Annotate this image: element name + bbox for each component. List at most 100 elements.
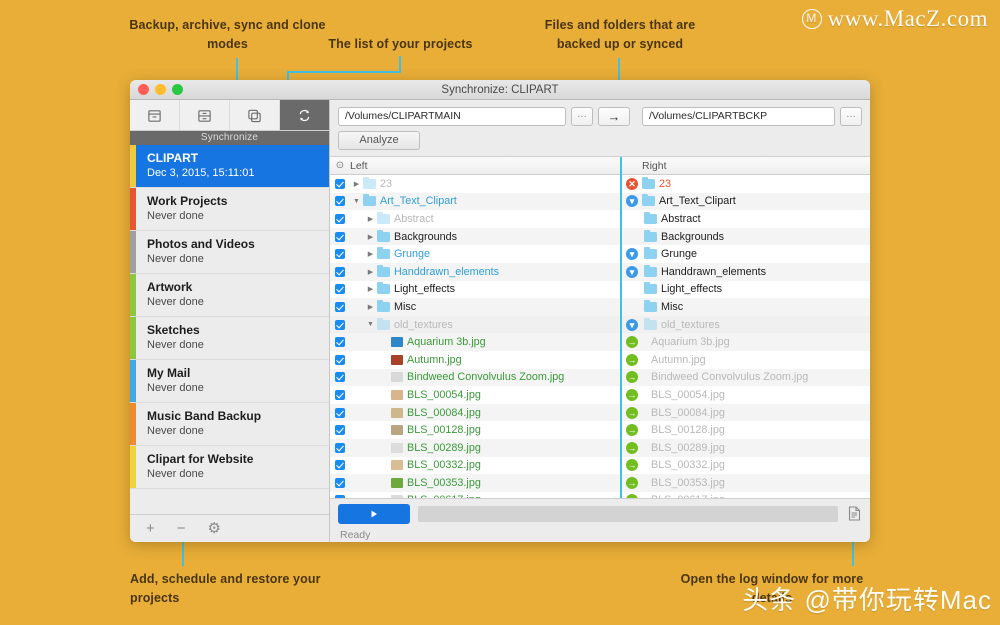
table-row[interactable]: ▶ Abstract (330, 210, 620, 228)
right-path-input[interactable]: /Volumes/CLIPARTBCKP (642, 107, 835, 126)
row-checkbox[interactable] (330, 442, 350, 453)
project-settings-button[interactable]: ⚙ (208, 521, 221, 536)
chevron-down-icon[interactable]: ▼ (364, 321, 377, 328)
table-row[interactable]: → BLS_00332.jpg (622, 457, 870, 475)
table-row[interactable]: → Bindweed Convolvulus Zoom.jpg (622, 368, 870, 387)
table-row[interactable]: BLS_00289.jpg (330, 438, 620, 457)
table-row[interactable]: ▶ Light_effects (330, 281, 620, 299)
project-item-my-mail[interactable]: My Mail Never done (130, 360, 329, 403)
row-checkbox[interactable] (330, 266, 350, 277)
table-row[interactable]: BLS_00332.jpg (330, 457, 620, 475)
row-checkbox[interactable] (330, 284, 350, 295)
analyze-button[interactable]: Analyze (338, 131, 420, 150)
table-row[interactable]: ▶ Misc (330, 298, 620, 316)
row-checkbox[interactable] (330, 354, 350, 365)
table-row[interactable]: Misc (622, 298, 870, 316)
table-row[interactable]: Backgrounds (622, 227, 870, 246)
mode-button-backup[interactable] (130, 100, 180, 130)
row-checkbox[interactable] (330, 178, 350, 189)
table-row[interactable]: Autumn.jpg (330, 351, 620, 369)
row-checkbox[interactable] (330, 249, 350, 260)
status-expand-icon[interactable]: ▾ (622, 195, 642, 208)
right-path-browse-button[interactable]: … (840, 107, 862, 126)
row-checkbox[interactable] (330, 196, 350, 207)
table-row[interactable]: → BLS_00353.jpg (622, 474, 870, 492)
chevron-right-icon[interactable]: ▶ (364, 250, 377, 258)
status-copy-icon[interactable]: → (622, 371, 642, 384)
status-copy-icon[interactable]: → (622, 424, 642, 437)
status-copy-icon[interactable]: → (622, 353, 642, 366)
table-row[interactable]: Abstract (622, 210, 870, 228)
table-row[interactable]: → Autumn.jpg (622, 351, 870, 369)
status-expand-icon[interactable]: ▾ (622, 318, 642, 331)
table-row[interactable]: ▾ Art_Text_Clipart (622, 192, 870, 211)
status-copy-icon[interactable]: → (622, 476, 642, 489)
row-checkbox[interactable] (330, 337, 350, 348)
mode-button-clone[interactable] (230, 100, 280, 130)
table-row[interactable]: Light_effects (622, 281, 870, 299)
right-file-list[interactable]: ✕ 23 ▾ Art_Text_Clipart Abstract Backgrounds ▾… (622, 175, 870, 498)
mode-button-archive[interactable] (180, 100, 230, 130)
project-item-music-band-backup[interactable]: Music Band Backup Never done (130, 403, 329, 446)
remove-project-button[interactable]: − (177, 521, 186, 536)
left-file-list[interactable]: ▶ 23 ▼ Art_Text_Clipart ▶ Abstract ▶ Background… (330, 175, 620, 498)
status-copy-icon[interactable]: → (622, 441, 642, 454)
table-row[interactable]: → BLS_00054.jpg (622, 386, 870, 404)
chevron-right-icon[interactable]: ▶ (364, 303, 377, 311)
table-row[interactable]: ▼ Art_Text_Clipart (330, 192, 620, 211)
chevron-right-icon[interactable]: ▶ (364, 233, 377, 241)
table-row[interactable]: ▼ old_textures (330, 315, 620, 334)
project-item-clipart[interactable]: CLIPART Dec 3, 2015, 15:11:01 (130, 145, 329, 188)
chevron-down-icon[interactable]: ▼ (350, 198, 363, 205)
left-path-browse-button[interactable]: … (571, 107, 593, 126)
table-row[interactable]: ▾ Handdrawn_elements (622, 262, 870, 281)
chevron-right-icon[interactable]: ▶ (350, 180, 363, 188)
row-checkbox[interactable] (330, 372, 350, 383)
table-row[interactable]: BLS_00084.jpg (330, 403, 620, 422)
table-row[interactable]: Bindweed Convolvulus Zoom.jpg (330, 368, 620, 387)
table-row[interactable]: BLS_00128.jpg (330, 421, 620, 439)
table-row[interactable]: → BLS_00084.jpg (622, 403, 870, 422)
status-copy-icon[interactable]: → (622, 388, 642, 401)
row-checkbox[interactable] (330, 213, 350, 224)
row-checkbox[interactable] (330, 477, 350, 488)
add-project-button[interactable]: + (146, 521, 155, 536)
table-row[interactable]: → BLS_00128.jpg (622, 421, 870, 439)
table-row[interactable]: ▶ Handdrawn_elements (330, 262, 620, 281)
project-item-artwork[interactable]: Artwork Never done (130, 274, 329, 317)
row-checkbox[interactable] (330, 407, 350, 418)
table-row[interactable]: Aquarium 3b.jpg (330, 333, 620, 351)
status-error-icon[interactable]: ✕ (622, 177, 642, 190)
table-row[interactable]: ✕ 23 (622, 175, 870, 193)
chevron-right-icon[interactable]: ▶ (364, 285, 377, 293)
row-checkbox[interactable] (330, 231, 350, 242)
row-checkbox[interactable] (330, 389, 350, 400)
status-copy-icon[interactable]: → (622, 336, 642, 349)
project-item-photos-and-videos[interactable]: Photos and Videos Never done (130, 231, 329, 274)
row-checkbox[interactable] (330, 301, 350, 312)
run-button[interactable] (338, 504, 410, 524)
project-item-work-projects[interactable]: Work Projects Never done (130, 188, 329, 231)
log-window-button[interactable] (846, 505, 862, 523)
row-checkbox[interactable] (330, 460, 350, 471)
table-row[interactable]: ▶ Backgrounds (330, 227, 620, 246)
project-item-clipart-for-website[interactable]: Clipart for Website Never done (130, 446, 329, 489)
row-checkbox[interactable] (330, 425, 350, 436)
chevron-right-icon[interactable]: ▶ (364, 215, 377, 223)
chevron-right-icon[interactable]: ▶ (364, 268, 377, 276)
table-row[interactable]: → Aquarium 3b.jpg (622, 333, 870, 351)
table-row[interactable]: ▶ Grunge (330, 245, 620, 263)
table-row[interactable]: → BLS_00289.jpg (622, 438, 870, 457)
table-row[interactable]: ▾ Grunge (622, 245, 870, 263)
status-expand-icon[interactable]: ▾ (622, 265, 642, 278)
gear-icon[interactable]: ⊙ (330, 160, 350, 171)
status-expand-icon[interactable]: ▾ (622, 248, 642, 261)
table-row[interactable]: BLS_00353.jpg (330, 474, 620, 492)
table-row[interactable]: ▶ 23 (330, 175, 620, 193)
project-item-sketches[interactable]: Sketches Never done (130, 317, 329, 360)
sync-direction-button[interactable]: → (598, 107, 630, 126)
mode-button-synchronize[interactable] (280, 100, 329, 130)
table-row[interactable]: ▾ old_textures (622, 315, 870, 334)
status-copy-icon[interactable]: → (622, 459, 642, 472)
table-row[interactable]: BLS_00054.jpg (330, 386, 620, 404)
